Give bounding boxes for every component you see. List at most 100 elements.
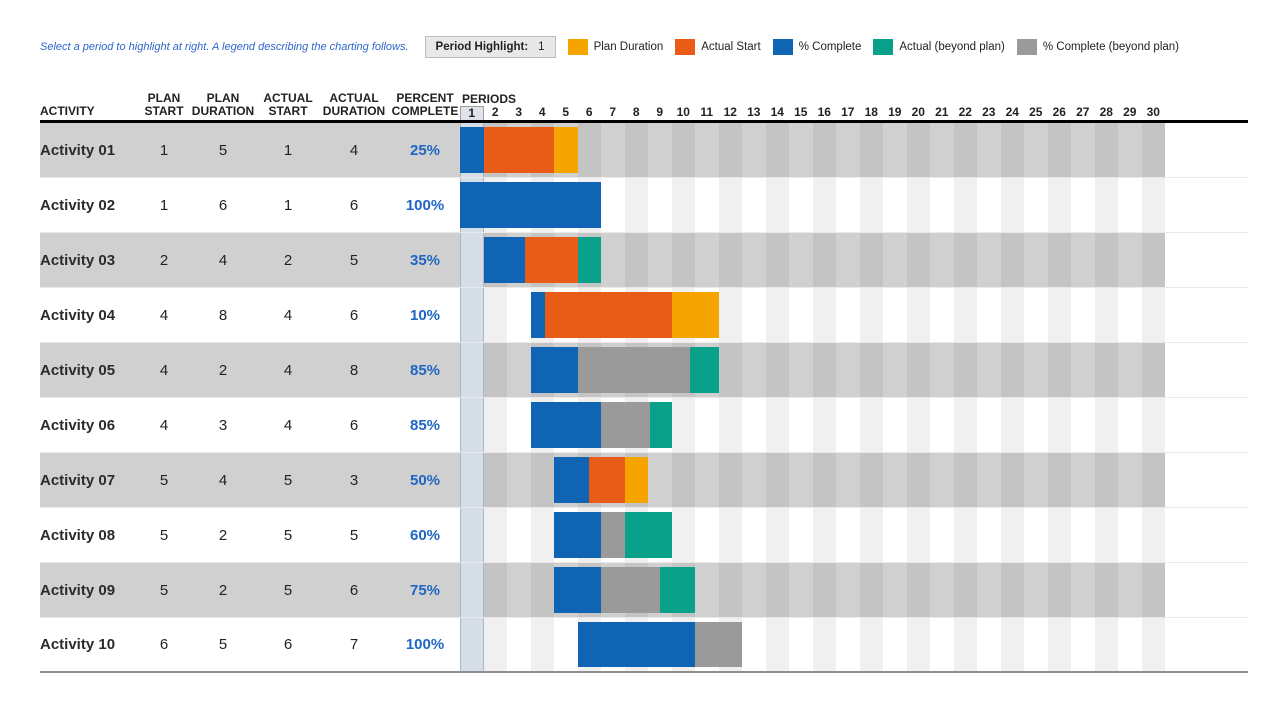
bar-complete [531, 292, 545, 338]
cell-actual-duration: 5 [318, 508, 390, 562]
period-num-21[interactable]: 21 [930, 106, 954, 121]
period-num-10[interactable]: 10 [672, 106, 696, 121]
period-num-18[interactable]: 18 [860, 106, 884, 121]
legend-row: Select a period to highlight at right. A… [40, 36, 1248, 58]
cell-actual-start: 5 [258, 453, 318, 507]
cell-activity: Activity 05 [40, 343, 140, 397]
gantt-grid: ACTIVITY PLANSTART PLANDURATION ACTUALST… [40, 92, 1248, 673]
cell-activity: Activity 08 [40, 508, 140, 562]
cell-percent-complete: 85% [390, 398, 460, 452]
period-num-13[interactable]: 13 [742, 106, 766, 121]
col-activity: ACTIVITY [40, 92, 140, 120]
cell-percent-complete: 50% [390, 453, 460, 507]
chart-cell [460, 288, 1165, 342]
cell-percent-complete: 10% [390, 288, 460, 342]
period-num-25[interactable]: 25 [1024, 106, 1048, 121]
period-num-1[interactable]: 1 [460, 106, 484, 121]
cell-plan-duration: 5 [188, 123, 258, 177]
bar-complete [554, 457, 589, 503]
cell-plan-duration: 5 [188, 618, 258, 671]
legend-item-0: Plan Duration [568, 39, 664, 55]
cell-activity: Activity 06 [40, 398, 140, 452]
period-num-15[interactable]: 15 [789, 106, 813, 121]
cell-activity: Activity 10 [40, 618, 140, 671]
period-num-19[interactable]: 19 [883, 106, 907, 121]
bar-complete [460, 127, 484, 173]
period-num-26[interactable]: 26 [1048, 106, 1072, 121]
period-num-12[interactable]: 12 [719, 106, 743, 121]
cell-plan-start: 4 [140, 288, 188, 342]
cell-plan-start: 5 [140, 563, 188, 617]
period-num-28[interactable]: 28 [1095, 106, 1119, 121]
chart-cell [460, 398, 1165, 452]
table-row: Activity 09525675% [40, 563, 1248, 618]
cell-plan-start: 1 [140, 178, 188, 232]
bar-complete [531, 347, 578, 393]
col-actual-start: ACTUALSTART [258, 92, 318, 120]
period-num-17[interactable]: 17 [836, 106, 860, 121]
period-num-5[interactable]: 5 [554, 106, 578, 121]
cell-activity: Activity 02 [40, 178, 140, 232]
bar-complete [460, 182, 601, 228]
legend-label: % Complete [799, 41, 862, 53]
period-num-6[interactable]: 6 [578, 106, 602, 121]
cell-actual-start: 4 [258, 343, 318, 397]
period-num-22[interactable]: 22 [954, 106, 978, 121]
cell-plan-duration: 2 [188, 343, 258, 397]
cell-actual-duration: 3 [318, 453, 390, 507]
cell-plan-start: 6 [140, 618, 188, 671]
legend-swatch [568, 39, 588, 55]
cell-actual-start: 4 [258, 398, 318, 452]
period-num-24[interactable]: 24 [1001, 106, 1025, 121]
legend-item-1: Actual Start [675, 39, 760, 55]
cell-plan-duration: 4 [188, 453, 258, 507]
col-actual-duration: ACTUALDURATION [318, 92, 390, 120]
cell-actual-start: 2 [258, 233, 318, 287]
period-num-7[interactable]: 7 [601, 106, 625, 121]
legend-swatch [1017, 39, 1037, 55]
period-num-27[interactable]: 27 [1071, 106, 1095, 121]
cell-plan-duration: 6 [188, 178, 258, 232]
table-row: Activity 06434685% [40, 398, 1248, 453]
period-num-23[interactable]: 23 [977, 106, 1001, 121]
table-row: Activity 03242535% [40, 233, 1248, 288]
cell-actual-duration: 7 [318, 618, 390, 671]
col-plan-start: PLANSTART [140, 92, 188, 120]
period-highlight-box[interactable]: Period Highlight: 1 [425, 36, 556, 58]
cell-percent-complete: 35% [390, 233, 460, 287]
period-num-29[interactable]: 29 [1118, 106, 1142, 121]
period-num-30[interactable]: 30 [1142, 106, 1166, 121]
cell-actual-start: 5 [258, 563, 318, 617]
period-num-11[interactable]: 11 [695, 106, 719, 121]
chart-cell [460, 178, 1165, 232]
cell-percent-complete: 25% [390, 123, 460, 177]
period-num-16[interactable]: 16 [813, 106, 837, 121]
cell-plan-duration: 2 [188, 508, 258, 562]
col-plan-duration: PLANDURATION [188, 92, 258, 120]
bar-complete [578, 622, 696, 667]
bar-complete-beyond [601, 402, 650, 448]
cell-percent-complete: 100% [390, 618, 460, 671]
cell-activity: Activity 04 [40, 288, 140, 342]
period-num-14[interactable]: 14 [766, 106, 790, 121]
bar-complete-beyond [601, 512, 625, 558]
period-num-3[interactable]: 3 [507, 106, 531, 121]
cell-plan-start: 5 [140, 453, 188, 507]
cell-actual-start: 4 [258, 288, 318, 342]
cell-plan-duration: 8 [188, 288, 258, 342]
cell-activity: Activity 01 [40, 123, 140, 177]
cell-plan-duration: 4 [188, 233, 258, 287]
header-row: ACTIVITY PLANSTART PLANDURATION ACTUALST… [40, 92, 1248, 123]
cell-actual-duration: 8 [318, 343, 390, 397]
legend-label: Actual Start [701, 41, 760, 53]
bar-complete [554, 512, 601, 558]
legend-swatch [675, 39, 695, 55]
period-num-2[interactable]: 2 [484, 106, 508, 121]
legend-hint: Select a period to highlight at right. A… [40, 41, 409, 53]
period-num-20[interactable]: 20 [907, 106, 931, 121]
chart-cell [460, 508, 1165, 562]
bar-complete [531, 402, 602, 448]
period-num-4[interactable]: 4 [531, 106, 555, 121]
period-num-9[interactable]: 9 [648, 106, 672, 121]
period-num-8[interactable]: 8 [625, 106, 649, 121]
